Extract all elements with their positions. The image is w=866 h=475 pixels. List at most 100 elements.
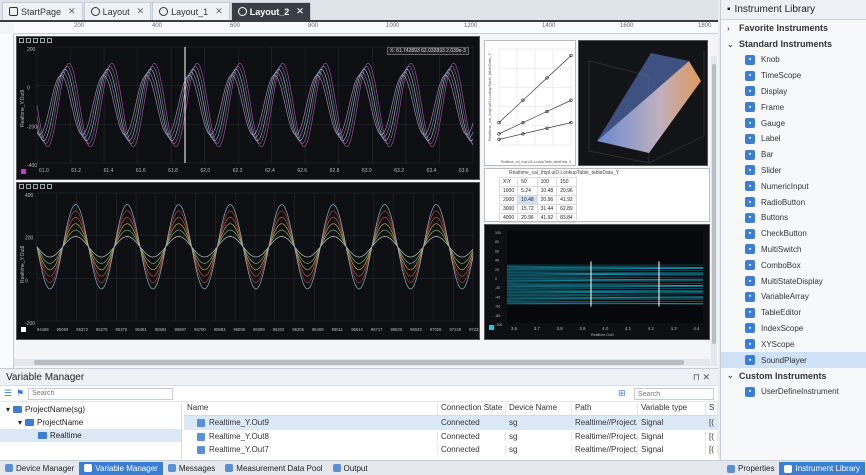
instrument-item-slider[interactable]: ▪ Slider xyxy=(721,163,866,179)
table-cell[interactable]: 62.89 xyxy=(556,204,577,214)
table-cell[interactable]: 15.72 xyxy=(517,204,538,214)
instrument-item-radiobutton[interactable]: ▪ RadioButton xyxy=(721,194,866,210)
instrument-item-multiswitch[interactable]: ▪ MultiSwitch xyxy=(721,242,866,258)
table-cell[interactable]: 20.96 xyxy=(556,186,577,196)
close-icon[interactable]: ✕ xyxy=(137,6,145,17)
table-cell[interactable]: 10.48 xyxy=(536,186,558,196)
pin-close-icons[interactable]: ⊓ ✕ xyxy=(693,372,710,383)
table-cell[interactable]: 20.96 xyxy=(536,195,558,205)
instrument-item-display[interactable]: ▪ Display xyxy=(721,84,866,100)
tab-startpage[interactable]: StartPage ✕ xyxy=(2,2,83,20)
tab-layout-2[interactable]: Layout_2 ✕ xyxy=(230,2,311,20)
column-header-s[interactable]: S xyxy=(706,403,718,415)
instrument-item-soundplayer[interactable]: ▪ SoundPlayer xyxy=(721,352,866,368)
variable-path: Realtime//Project... xyxy=(572,431,638,441)
time-scope-1[interactable]: X: 61.742893 62.032893 2.039e-3 Realtime… xyxy=(16,36,480,180)
table-cell[interactable]: 1000 xyxy=(498,186,519,196)
device-name: sg xyxy=(506,445,572,455)
column-header-connection-state[interactable]: Connection State xyxy=(438,403,506,415)
instrument-item-buttons[interactable]: ▪ Buttons xyxy=(721,210,866,226)
table-row[interactable]: 4000 20.96 41.92 83.84 xyxy=(498,213,577,223)
instrument-item-checkbutton[interactable]: ▪ CheckButton xyxy=(721,226,866,242)
table-row[interactable]: Realtime_Y.Out9 Connected sg Realtime//P… xyxy=(184,416,718,430)
tree-node-project[interactable]: ▾ ProjectName xyxy=(0,416,181,429)
xy-scope[interactable]: Realtime_cal_Impl.uiD.LookupTable_tableD… xyxy=(484,40,576,166)
instrument-item-variablearray[interactable]: ▪ VariableArray xyxy=(721,289,866,305)
scrollbar-thumb[interactable] xyxy=(712,64,716,344)
dock-tab-device-manager[interactable]: Device Manager xyxy=(0,462,79,475)
table-cell-selected[interactable]: 10.48 xyxy=(517,195,538,205)
instrument-item-gauge[interactable]: ▪ Gauge xyxy=(721,115,866,131)
tab-layout-1[interactable]: Layout_1 ✕ xyxy=(152,2,230,20)
filter-icon[interactable]: ⚑ xyxy=(16,388,24,399)
table-editor[interactable]: Realtime_cal_Impl.uiD.LookupTable_tableD… xyxy=(484,168,710,223)
section-custom-instruments[interactable]: ⌄ Custom Instruments xyxy=(721,368,866,384)
grid-search-input[interactable] xyxy=(634,388,714,400)
table-row[interactable]: Realtime_Y.Out8 Connected sg Realtime//P… xyxy=(184,430,718,444)
dock-tab-instrument-library[interactable]: Instrument Library xyxy=(779,462,865,475)
instrument-item-bar[interactable]: ▪ Bar xyxy=(721,147,866,163)
instrument-item-tableeditor[interactable]: ▪ TableEditor xyxy=(721,305,866,321)
column-header-device-name[interactable]: Device Name xyxy=(506,403,572,415)
legend-swatch[interactable] xyxy=(489,325,494,330)
index-scope-heatmap[interactable]: 100 80 60 40 20 0 -20 -40 -60 -80 -100 3.6 3.7 3.8 3.9… xyxy=(484,224,710,340)
instrument-item-timescope[interactable]: ▪ TimeScope xyxy=(721,68,866,84)
table-row[interactable]: 2000 10.48 20.96 41.92 xyxy=(498,195,577,205)
instrument-item-userdefineinstrument[interactable]: ▪ UserDefineInstrument xyxy=(721,384,866,400)
table-cell[interactable]: 41.92 xyxy=(556,195,577,205)
instrument-item-indexscope[interactable]: ▪ IndexScope xyxy=(721,321,866,337)
x-axis-title: Realtime_cal_Impl.uiD.LookupTable_tableD… xyxy=(501,160,572,164)
instrument-label: MultiStateDisplay xyxy=(761,276,823,286)
section-favorite-instruments[interactable]: › Favorite Instruments xyxy=(721,20,866,36)
instrument-item-xyscope[interactable]: ▪ XYScope xyxy=(721,336,866,352)
dock-tab-variable-manager[interactable]: Variable Manager xyxy=(79,461,163,475)
table-cell[interactable]: 4000 xyxy=(498,213,519,223)
canvas-vertical-scrollbar[interactable] xyxy=(711,56,717,366)
table-cell[interactable]: 41.92 xyxy=(536,213,558,223)
tab-layout[interactable]: Layout ✕ xyxy=(83,2,152,20)
table-cell[interactable]: 20.96 xyxy=(517,213,538,223)
dock-tab-output[interactable]: Output xyxy=(328,462,373,475)
instrument-item-multistatedisplay[interactable]: ▪ MultiStateDisplay xyxy=(721,273,866,289)
close-icon[interactable]: ✕ xyxy=(68,6,76,17)
section-standard-instruments[interactable]: ⌄ Standard Instruments xyxy=(721,36,866,52)
table-cell[interactable]: 3000 xyxy=(498,204,519,214)
instrument-item-knob[interactable]: ▪ Knob xyxy=(721,52,866,68)
time-scope-2[interactable]: Realtime_Y.Out8 400 200 0 -200 94466 95069 953… xyxy=(16,182,480,340)
table-cell[interactable]: 5.24 xyxy=(517,186,538,196)
close-icon[interactable]: ✕ xyxy=(296,6,304,17)
dock-tab-measurement-data-pool[interactable]: Measurement Data Pool xyxy=(220,462,327,475)
legend-swatch[interactable] xyxy=(21,327,26,332)
tree-node-project-sg[interactable]: ▾ ProjectName(sg) xyxy=(0,403,181,416)
table-cell[interactable]: 83.84 xyxy=(556,213,577,223)
canvas-horizontal-scrollbar[interactable] xyxy=(14,359,710,366)
instrument-item-combobox[interactable]: ▪ ComboBox xyxy=(721,257,866,273)
lookup-table[interactable]: X\Y 50 100 150 1000 5.24 10.48 20.96 2000 10.48… xyxy=(498,177,577,223)
close-icon[interactable]: ✕ xyxy=(215,6,223,17)
table-cell[interactable]: 31.44 xyxy=(536,204,558,214)
dock-tab-properties[interactable]: Properties xyxy=(722,462,779,475)
tree-search-input[interactable] xyxy=(28,387,174,400)
surface-3d-plot[interactable] xyxy=(578,40,708,166)
legend-swatch[interactable] xyxy=(21,169,26,174)
table-cell[interactable]: 2000 xyxy=(498,195,519,205)
list-view-icon[interactable]: ☰ xyxy=(4,388,12,399)
table-row[interactable]: Realtime_Y.Out7 Connected sg Realtime//P… xyxy=(184,443,718,457)
instrument-item-numericinput[interactable]: ▪ NumericInput xyxy=(721,178,866,194)
tree-node-realtime[interactable]: Realtime xyxy=(0,429,181,442)
bar-icon: ▪ xyxy=(745,149,755,160)
column-header-variable-type[interactable]: Variable type xyxy=(638,403,706,415)
table-row[interactable]: 3000 15.72 31.44 62.89 xyxy=(498,204,577,214)
export-icon[interactable]: ⊞ xyxy=(618,388,626,399)
database-icon xyxy=(225,464,234,472)
instrument-item-frame[interactable]: ▪ Frame xyxy=(721,99,866,115)
collapse-icon[interactable]: ▪ xyxy=(727,4,731,15)
column-header-path[interactable]: Path xyxy=(572,403,638,415)
layout-icon xyxy=(159,7,169,16)
table-row[interactable]: 1000 5.24 10.48 20.96 xyxy=(498,186,577,196)
instrument-label: CheckButton xyxy=(761,229,807,239)
instrument-item-label[interactable]: ▪ Label xyxy=(721,131,866,147)
scrollbar-thumb[interactable] xyxy=(34,360,684,365)
column-header-name[interactable]: Name xyxy=(184,403,438,415)
dock-tab-messages[interactable]: Messages xyxy=(163,462,220,475)
